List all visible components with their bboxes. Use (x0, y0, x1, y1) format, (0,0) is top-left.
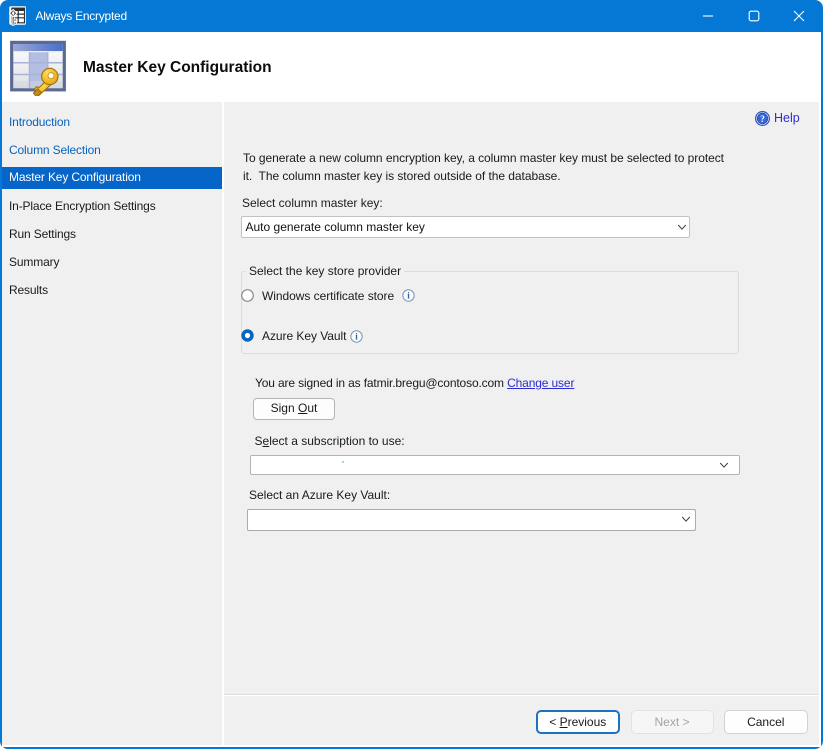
svg-text:?: ? (760, 114, 765, 124)
